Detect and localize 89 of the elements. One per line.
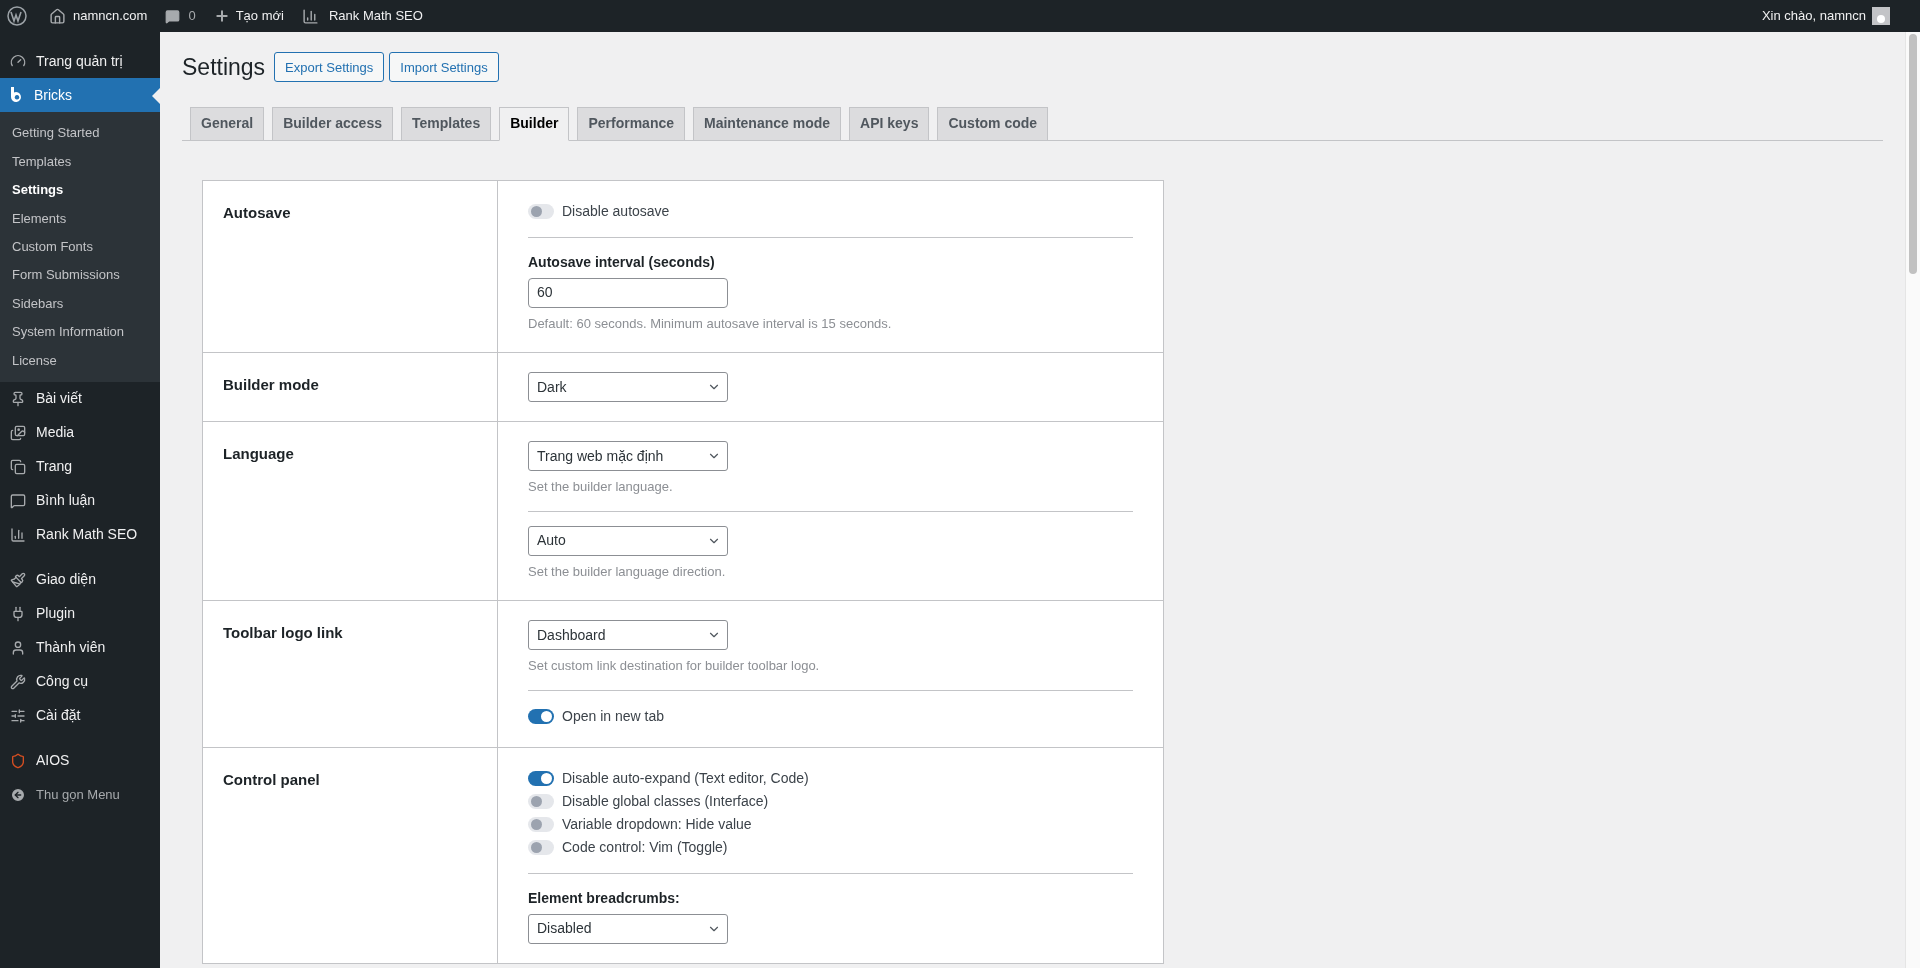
submenu-item[interactable]: System Information: [0, 317, 160, 347]
wrench-icon: [10, 673, 26, 690]
toggle-switch[interactable]: [528, 203, 554, 219]
section-label: Toolbar logo link: [223, 624, 343, 641]
collapse-icon: [10, 786, 26, 803]
toggle-switch[interactable]: [528, 839, 554, 855]
gauge-icon: [10, 53, 26, 69]
tab[interactable]: Builder: [499, 106, 570, 141]
section-label: Builder mode: [223, 376, 319, 393]
plus-icon: [213, 8, 230, 24]
plug-icon: [10, 605, 26, 622]
images-icon: [10, 424, 26, 441]
hint-text: Default: 60 seconds. Minimum autosave interval is 15 seconds.: [528, 314, 893, 333]
speech-bubble-icon: [10, 492, 26, 509]
greeting-link[interactable]: Xin chào, namncn: [1761, 6, 1866, 26]
toggle-label: Disable auto-expand (Text editor, Code): [562, 768, 809, 788]
toggle-switch[interactable]: [528, 793, 554, 809]
toggle-label: Disable autosave: [562, 201, 670, 221]
sidebar-item[interactable]: Trang quản trị: [0, 44, 160, 78]
toggle-label: Code control: Vim (Toggle): [562, 837, 728, 857]
section-label: Language: [223, 445, 294, 462]
submenu-item[interactable]: License: [0, 346, 160, 375]
tab[interactable]: Builder access: [272, 106, 393, 141]
pin-icon: [10, 390, 26, 407]
input-field[interactable]: 60: [528, 277, 728, 308]
current-menu-pointer: [152, 88, 160, 104]
sidebar-item[interactable]: Giao diện: [0, 562, 160, 597]
user-icon: [10, 639, 26, 656]
avatar[interactable]: [1872, 7, 1890, 25]
tab[interactable]: API keys: [849, 106, 930, 141]
hint-text: Set the builder language.: [528, 478, 674, 496]
sidebar-item[interactable]: Công cụ: [0, 664, 160, 699]
pages-icon: [10, 458, 26, 475]
submenu-item[interactable]: Templates: [0, 147, 160, 176]
sidebar-item[interactable]: Bài viết: [0, 381, 160, 416]
new-link[interactable]: Tạo mới: [235, 6, 284, 26]
page-action-button[interactable]: Import Settings: [389, 52, 499, 83]
comment-icon[interactable]: [165, 8, 181, 24]
field-label: Element breadcrumbs:: [528, 888, 681, 908]
site-link[interactable]: namncn.com: [73, 6, 148, 26]
sidebar-item[interactable]: Thành viên: [0, 630, 160, 665]
sidebar-item[interactable]: Media: [0, 415, 160, 450]
sidebar-item[interactable]: Trang: [0, 449, 160, 484]
home-icon: [49, 7, 66, 25]
toggle-label: Disable global classes (Interface): [562, 791, 769, 811]
hint-text: Set the builder language direction.: [528, 562, 727, 581]
toggle-label: Variable dropdown: Hide value: [562, 814, 752, 834]
sidebar-item[interactable]: Rank Math SEO: [0, 517, 160, 552]
submenu-item[interactable]: Form Submissions: [0, 260, 160, 290]
tab[interactable]: Performance: [577, 106, 686, 141]
toggle-switch[interactable]: [528, 770, 554, 786]
sidebar-item[interactable]: Bricks: [0, 78, 160, 112]
tab[interactable]: Templates: [401, 106, 492, 141]
submenu-item[interactable]: Custom Fonts: [0, 232, 160, 261]
wordpress-logo-icon[interactable]: [7, 6, 27, 26]
field-label: Autosave interval (seconds): [528, 252, 716, 272]
section-label: Control panel: [223, 770, 320, 788]
dropdown[interactable]: Trang web mặc định: [528, 441, 728, 471]
seo-link[interactable]: Rank Math SEO: [328, 6, 423, 26]
sidebar-item[interactable]: Plugin: [0, 596, 160, 631]
page-title: Settings: [182, 53, 266, 82]
toggle-label: Open in new tab: [562, 706, 664, 726]
tab[interactable]: Maintenance mode: [693, 106, 842, 141]
dropdown[interactable]: Disabled: [528, 913, 728, 944]
bar-chart-icon: [10, 526, 26, 543]
section-label: Autosave: [223, 203, 291, 221]
submenu-item[interactable]: Sidebars: [0, 289, 160, 318]
b-logo-icon: [10, 86, 24, 104]
collapse-menu-button[interactable]: Thu gọn Menu: [0, 777, 160, 812]
toggle-switch[interactable]: [528, 816, 554, 832]
shield-icon: [10, 752, 26, 769]
toggle-switch[interactable]: [528, 708, 554, 724]
page-action-button[interactable]: Export Settings: [274, 52, 385, 83]
comment-count: 0: [188, 7, 196, 26]
dropdown[interactable]: Dark: [528, 372, 728, 402]
submenu-item[interactable]: Getting Started: [0, 119, 160, 148]
paintbrush-icon: [10, 571, 26, 588]
sidebar-item[interactable]: Bình luận: [0, 483, 160, 518]
sliders-icon: [10, 707, 26, 724]
tab[interactable]: Custom code: [937, 106, 1049, 141]
dropdown[interactable]: Auto: [528, 525, 728, 556]
tab[interactable]: General: [190, 106, 265, 141]
sidebar-item[interactable]: Cài đặt: [0, 698, 160, 733]
sidebar-item[interactable]: AIOS: [0, 743, 160, 778]
hint-text: Set custom link destination for builder toolbar logo.: [528, 657, 821, 675]
submenu-item[interactable]: Elements: [0, 204, 160, 233]
dropdown[interactable]: Dashboard: [528, 620, 728, 650]
bar-chart-icon: [301, 7, 319, 25]
submenu-item[interactable]: Settings: [0, 175, 160, 205]
